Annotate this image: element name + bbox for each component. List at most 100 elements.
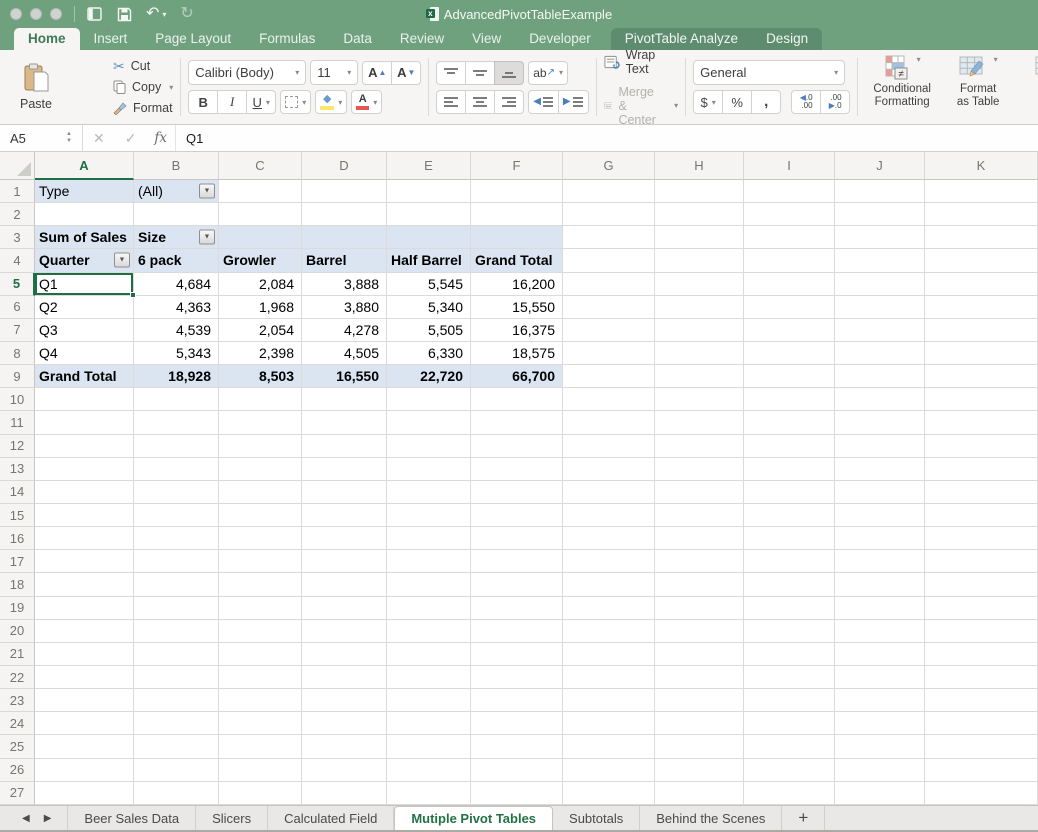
cell-C8[interactable]: 2,398 — [219, 342, 302, 365]
sheet-nav-left-icon[interactable]: ◀ — [22, 813, 30, 824]
cell-G2[interactable] — [563, 203, 655, 226]
cell-F6[interactable]: 15,550 — [471, 296, 563, 319]
align-bottom-button[interactable] — [494, 61, 524, 85]
selection-fill-handle[interactable] — [130, 292, 136, 298]
cell-I6[interactable] — [744, 296, 835, 319]
cell-F12[interactable] — [471, 435, 563, 458]
cell-H17[interactable] — [655, 550, 744, 573]
row-header-17[interactable]: 17 — [0, 550, 35, 573]
cell-I19[interactable] — [744, 597, 835, 620]
pivot-filter-dropdown-button[interactable]: ▼ — [199, 230, 215, 245]
cell-C27[interactable] — [219, 782, 302, 805]
cell-A3[interactable]: Sum of Sales — [35, 226, 134, 249]
cell-C20[interactable] — [219, 620, 302, 643]
cell-B1[interactable]: (All)▼ — [134, 180, 219, 203]
number-format-select[interactable]: General ▾ — [693, 60, 845, 85]
text-orientation-button[interactable]: ab↗ ▾ — [528, 61, 568, 85]
cell-F5[interactable]: 16,200 — [471, 273, 563, 296]
align-left-button[interactable] — [436, 90, 466, 114]
comma-format-button[interactable]: , — [751, 90, 781, 114]
confirm-entry-icon[interactable]: ✓ — [115, 130, 147, 147]
undo-button[interactable]: ↶ ▾ — [146, 6, 166, 22]
cell-C15[interactable] — [219, 504, 302, 527]
cell-B15[interactable] — [134, 504, 219, 527]
cell-H15[interactable] — [655, 504, 744, 527]
cell-G23[interactable] — [563, 689, 655, 712]
cell-C9[interactable]: 8,503 — [219, 365, 302, 388]
cell-H21[interactable] — [655, 643, 744, 666]
cell-I14[interactable] — [744, 481, 835, 504]
align-right-button[interactable] — [494, 90, 524, 114]
column-header-F[interactable]: F — [471, 152, 563, 180]
cell-A8[interactable]: Q4 — [35, 342, 134, 365]
cell-C11[interactable] — [219, 411, 302, 434]
cell-E12[interactable] — [387, 435, 471, 458]
cell-B27[interactable] — [134, 782, 219, 805]
cell-K19[interactable] — [925, 597, 1038, 620]
cell-F20[interactable] — [471, 620, 563, 643]
cell-E13[interactable] — [387, 458, 471, 481]
name-box-spinner[interactable]: ▲ ▼ — [66, 131, 72, 144]
cell-D18[interactable] — [302, 573, 387, 596]
cell-D19[interactable] — [302, 597, 387, 620]
cell-G5[interactable] — [563, 273, 655, 296]
cell-C13[interactable] — [219, 458, 302, 481]
cell-E11[interactable] — [387, 411, 471, 434]
row-header-10[interactable]: 10 — [0, 388, 35, 411]
cell-E3[interactable] — [387, 226, 471, 249]
cell-F3[interactable] — [471, 226, 563, 249]
cell-E19[interactable] — [387, 597, 471, 620]
cell-C5[interactable]: 2,084 — [219, 273, 302, 296]
row-header-18[interactable]: 18 — [0, 573, 35, 596]
cell-F23[interactable] — [471, 689, 563, 712]
cell-G10[interactable] — [563, 388, 655, 411]
column-header-C[interactable]: C — [219, 152, 302, 180]
cell-F19[interactable] — [471, 597, 563, 620]
cell-H3[interactable] — [655, 226, 744, 249]
cell-E20[interactable] — [387, 620, 471, 643]
cell-C23[interactable] — [219, 689, 302, 712]
row-header-9[interactable]: 9 — [0, 365, 35, 388]
cell-A24[interactable] — [35, 712, 134, 735]
wrap-text-button[interactable]: Wrap Text — [604, 48, 679, 76]
cell-E18[interactable] — [387, 573, 471, 596]
column-header-H[interactable]: H — [655, 152, 744, 180]
cell-C17[interactable] — [219, 550, 302, 573]
cell-B6[interactable]: 4,363 — [134, 296, 219, 319]
cancel-entry-icon[interactable]: ✕ — [83, 130, 115, 147]
cell-styles-button[interactable]: ▾ CellStyles — [1017, 55, 1038, 119]
cell-F14[interactable] — [471, 481, 563, 504]
cell-B2[interactable] — [134, 203, 219, 226]
cell-J25[interactable] — [835, 735, 925, 758]
ribbon-tab-data[interactable]: Data — [329, 28, 386, 50]
cell-A23[interactable] — [35, 689, 134, 712]
cell-I3[interactable] — [744, 226, 835, 249]
cell-K1[interactable] — [925, 180, 1038, 203]
conditional-formatting-button[interactable]: ≠ ▾ ConditionalFormatting — [865, 55, 939, 119]
cell-H11[interactable] — [655, 411, 744, 434]
cell-F13[interactable] — [471, 458, 563, 481]
cell-C26[interactable] — [219, 759, 302, 782]
ribbon-tab-page-layout[interactable]: Page Layout — [141, 28, 245, 50]
row-header-11[interactable]: 11 — [0, 411, 35, 434]
cell-D27[interactable] — [302, 782, 387, 805]
increase-font-size-button[interactable]: A▲ — [362, 61, 392, 85]
ribbon-tab-view[interactable]: View — [458, 28, 515, 50]
cut-button[interactable]: ✂ Cut — [113, 57, 173, 75]
pivot-filter-dropdown-button[interactable]: ▼ — [114, 253, 130, 268]
cell-H22[interactable] — [655, 666, 744, 689]
cell-D9[interactable]: 16,550 — [302, 365, 387, 388]
ribbon-tab-developer[interactable]: Developer — [515, 28, 605, 50]
column-header-A[interactable]: A — [35, 152, 134, 180]
cell-K16[interactable] — [925, 527, 1038, 550]
cell-A21[interactable] — [35, 643, 134, 666]
ribbon-tab-home[interactable]: Home — [14, 28, 80, 50]
cell-K26[interactable] — [925, 759, 1038, 782]
cell-G24[interactable] — [563, 712, 655, 735]
cell-D21[interactable] — [302, 643, 387, 666]
cell-H12[interactable] — [655, 435, 744, 458]
row-header-7[interactable]: 7 — [0, 319, 35, 342]
cell-J9[interactable] — [835, 365, 925, 388]
cell-J5[interactable] — [835, 273, 925, 296]
cell-I26[interactable] — [744, 759, 835, 782]
